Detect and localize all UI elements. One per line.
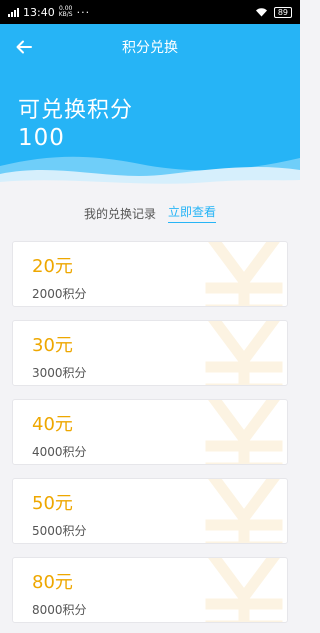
amount-label: 80元	[32, 572, 73, 593]
page-title: 积分兑换	[122, 40, 178, 56]
wave-decoration	[0, 156, 300, 194]
records-label: 我的兑换记录	[83, 206, 156, 221]
points-cost: 4000积分	[32, 445, 87, 459]
status-dots: ···	[76, 5, 91, 19]
points-cost: 2000积分	[32, 287, 87, 301]
exchange-card-50[interactable]: 50元 5000积分	[12, 478, 288, 544]
yuan-watermark-icon	[205, 479, 283, 543]
points-cost: 5000积分	[32, 524, 87, 538]
net-speed: 0.00 KB/S	[59, 6, 73, 18]
amount-label: 20元	[32, 256, 73, 277]
view-records-link[interactable]: 立即查看	[168, 203, 217, 223]
points-cost: 8000积分	[32, 603, 87, 617]
exchange-card-30[interactable]: 30元 3000积分	[12, 320, 288, 386]
status-right: 89	[255, 6, 292, 18]
battery-icon: 89	[273, 6, 292, 18]
status-time: 13:40	[23, 5, 55, 19]
battery-level: 89	[277, 7, 288, 17]
exchange-card-80[interactable]: 80元 8000积分	[12, 557, 288, 623]
status-left: 13:40 0.00 KB/S ···	[8, 6, 90, 19]
signal-icon	[8, 7, 19, 17]
header: 积分兑换 可兑换积分 100	[0, 24, 300, 194]
amount-label: 30元	[32, 335, 73, 356]
points-cost: 3000积分	[32, 366, 87, 380]
net-speed-unit: KB/S	[58, 11, 73, 18]
wifi-icon	[255, 8, 267, 17]
points-label: 可兑换积分	[18, 98, 134, 123]
yuan-watermark-icon	[205, 242, 283, 306]
yuan-watermark-icon	[205, 321, 283, 385]
yuan-watermark-icon	[205, 558, 283, 622]
yuan-watermark-icon	[205, 400, 283, 464]
nav-bar: 积分兑换	[0, 24, 300, 70]
back-button[interactable]	[10, 33, 38, 61]
amount-label: 50元	[32, 493, 73, 514]
records-row: 我的兑换记录 立即查看	[0, 203, 300, 223]
amount-label: 40元	[32, 414, 73, 435]
exchange-card-40[interactable]: 40元 4000积分	[12, 399, 288, 465]
status-bar: 13:40 0.00 KB/S ··· 89	[0, 0, 300, 24]
exchange-card-20[interactable]: 20元 2000积分	[12, 241, 288, 307]
arrow-left-icon	[16, 40, 32, 54]
